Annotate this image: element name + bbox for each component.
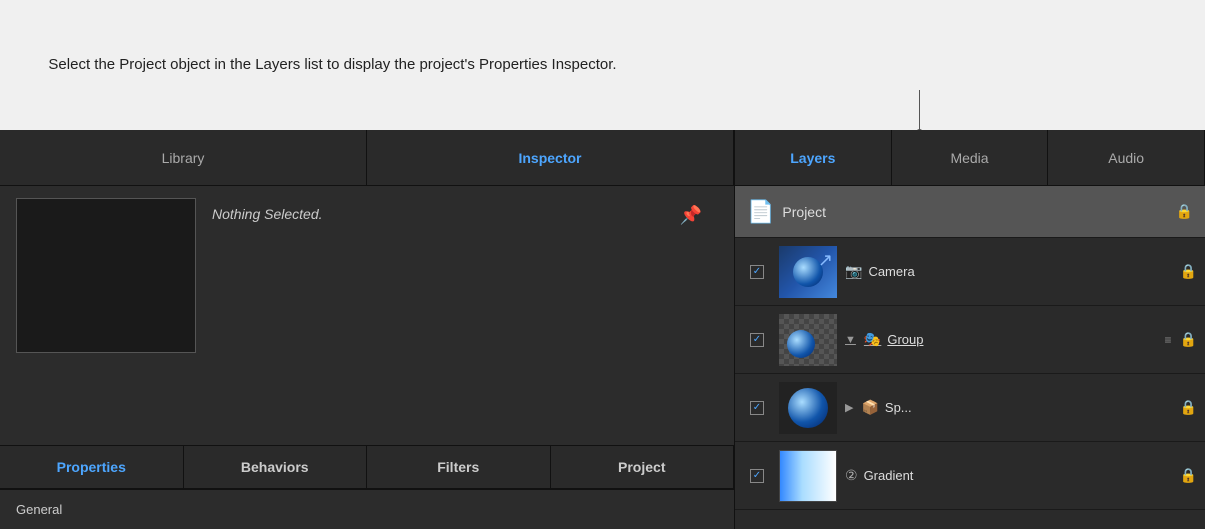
gradient-type-icon: ②	[845, 467, 858, 484]
tab-filters[interactable]: Filters	[367, 446, 551, 488]
tab-properties[interactable]: Properties	[0, 446, 184, 488]
general-section-header: General	[0, 489, 734, 529]
tab-library[interactable]: Library	[0, 130, 367, 185]
nothing-selected-area: Nothing Selected. 📌	[196, 198, 718, 224]
gradient-thumb-image	[779, 450, 837, 502]
group-stack-icon: ≡	[1165, 333, 1172, 347]
right-tab-group: Layers Media Audio	[735, 130, 1205, 185]
gradient-checkbox-area[interactable]	[743, 469, 771, 483]
tooltip-area: Select the Project object in the Layers …	[0, 0, 1205, 130]
left-tab-group: Library Inspector	[0, 130, 735, 185]
preview-box	[16, 198, 196, 353]
camera-type-icon: 📷	[845, 263, 862, 280]
main-ui: Library Inspector Layers Media Audio	[0, 130, 1205, 529]
group-layer-name: ▼ 🎭 Group	[845, 331, 1165, 348]
camera-thumbnail	[779, 246, 837, 298]
project-layer-name: Project	[782, 204, 1171, 220]
camera-lock-icon: 🔒	[1180, 263, 1197, 280]
group-type-icon: 🎭	[864, 331, 881, 348]
left-panel: Nothing Selected. 📌 Properties Behaviors…	[0, 186, 735, 529]
project-file-icon: 📄	[747, 199, 774, 225]
gradient-lock-icon: 🔒	[1180, 467, 1197, 484]
sphere-expand-arrow[interactable]: ▶	[845, 401, 853, 414]
project-lock-icon: 🔒	[1176, 203, 1193, 220]
layers-panel: 📄 Project 🔒 📷 Camera 🔒	[735, 186, 1205, 529]
layer-row-gradient[interactable]: ② Gradient 🔒	[735, 442, 1205, 510]
group-checkbox-area[interactable]	[743, 333, 771, 347]
pin-icon: 📌	[680, 206, 702, 224]
tooltip-text: Select the Project object in the Layers …	[48, 54, 616, 77]
gradient-layer-name: ② Gradient	[845, 467, 1176, 484]
tooltip-line	[919, 90, 920, 135]
sphere-layer-name: ▶ 📦 Sp...	[845, 399, 1176, 416]
group-expand-arrow[interactable]: ▼	[845, 334, 856, 346]
camera-layer-name: 📷 Camera	[845, 263, 1176, 280]
sphere-thumbnail	[779, 382, 837, 434]
bottom-tabs: Properties Behaviors Filters Project	[0, 445, 734, 489]
tab-audio[interactable]: Audio	[1048, 130, 1205, 185]
layer-row-group[interactable]: ▼ 🎭 Group ≡ 🔒	[735, 306, 1205, 374]
sphere-checkbox[interactable]	[750, 401, 764, 415]
camera-checkbox[interactable]	[750, 265, 764, 279]
sphere-thumb-image	[779, 382, 837, 434]
camera-thumb-image	[779, 246, 837, 298]
sphere-type-icon: 📦	[861, 399, 878, 416]
sphere-lock-icon: 🔒	[1180, 399, 1197, 416]
layer-row-sphere[interactable]: ▶ 📦 Sp... 🔒	[735, 374, 1205, 442]
tab-inspector[interactable]: Inspector	[367, 130, 734, 185]
tab-behaviors[interactable]: Behaviors	[184, 446, 368, 488]
tab-project[interactable]: Project	[551, 446, 735, 488]
group-checkbox[interactable]	[750, 333, 764, 347]
group-lock-icon: 🔒	[1180, 331, 1197, 348]
gradient-thumbnail	[779, 450, 837, 502]
tab-layers[interactable]: Layers	[735, 130, 892, 185]
gradient-checkbox[interactable]	[750, 469, 764, 483]
camera-checkbox-area[interactable]	[743, 265, 771, 279]
content-area: Nothing Selected. 📌 Properties Behaviors…	[0, 186, 1205, 529]
tab-bar: Library Inspector Layers Media Audio	[0, 130, 1205, 186]
layer-row-camera[interactable]: 📷 Camera 🔒	[735, 238, 1205, 306]
nothing-selected-text: Nothing Selected.	[212, 206, 323, 222]
tab-media[interactable]: Media	[892, 130, 1049, 185]
layer-row-project[interactable]: 📄 Project 🔒	[735, 186, 1205, 238]
preview-row: Nothing Selected. 📌	[0, 186, 734, 445]
group-thumbnail	[779, 314, 837, 366]
group-thumb-image	[779, 314, 837, 366]
sphere-checkbox-area[interactable]	[743, 401, 771, 415]
